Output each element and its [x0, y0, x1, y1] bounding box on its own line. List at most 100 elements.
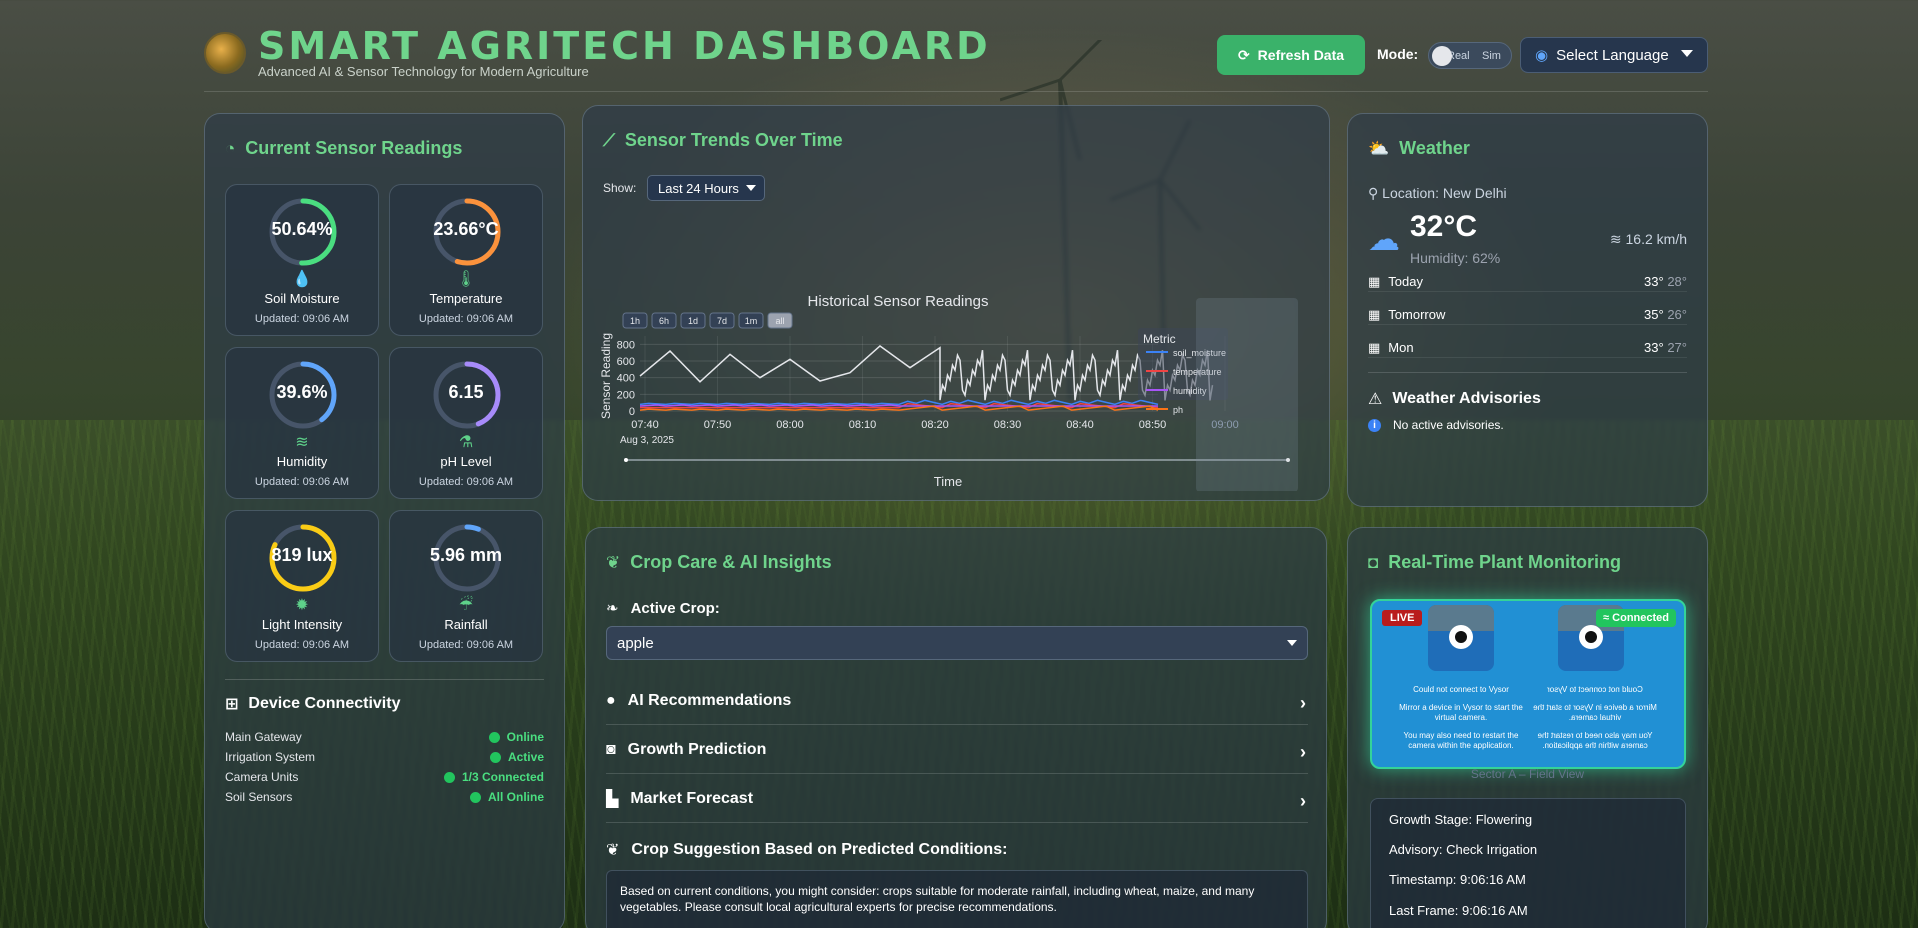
device-status: Active	[489, 750, 544, 764]
toggle-knob	[1432, 46, 1452, 66]
robot-icon: ◙	[606, 740, 616, 758]
connected-badge: ≈ Connected	[1596, 609, 1676, 627]
time-range-select[interactable]: Last 24 Hours	[647, 175, 765, 201]
plant-monitoring-card: ◘ Real-Time Plant Monitoring LIVE ≈ Conn…	[1347, 527, 1708, 928]
status-dot-icon	[488, 731, 500, 743]
status-dot-icon	[469, 791, 481, 803]
line-chart-icon: ⟋	[603, 130, 615, 150]
ai-recommendations-toggle[interactable]: ● AI Recommendations ›	[606, 677, 1308, 725]
device-status: 1/3 Connected	[443, 770, 544, 784]
chevron-right-icon: ›	[1300, 693, 1306, 713]
chart-title: Historical Sensor Readings	[808, 293, 989, 310]
caret-down-icon	[1287, 640, 1297, 646]
wind-text: 16.2 km/h	[1625, 231, 1687, 247]
forecast-low: 27°	[1667, 340, 1687, 355]
range-button-label: 1m	[745, 316, 758, 326]
chevron-right-icon: ›	[1300, 742, 1306, 762]
mode-toggle[interactable]: Real Sim	[1428, 42, 1512, 69]
flask-icon: ⚗	[458, 434, 474, 451]
leaf-icon: ❧	[606, 600, 619, 617]
weather-card-title: ⛅ Weather	[1368, 138, 1470, 159]
x-tick-label: 08:10	[849, 419, 877, 431]
divider	[225, 679, 544, 680]
forecast-day: Tomorrow	[1388, 307, 1446, 322]
refresh-label: Refresh Data	[1257, 47, 1345, 63]
y-tick-label: 600	[617, 356, 635, 368]
sensor-tile: 6.15 ⚗ pH Level Updated: 09:06 AM	[389, 347, 543, 499]
device-name: Main Gateway	[225, 730, 302, 744]
cloud-icon: ☁	[1368, 221, 1400, 257]
x-tick-label: 08:40	[1066, 419, 1094, 431]
sensor-card-title: ◔ Current Sensor Readings	[225, 138, 462, 159]
language-label: Select Language	[1556, 46, 1669, 64]
page-title: SMART AGRITECH DASHBOARD	[258, 24, 991, 68]
x-tick-label: 08:20	[921, 419, 949, 431]
range-button-label: 1h	[630, 316, 640, 326]
hover-panel	[1196, 298, 1298, 491]
device-name: Camera Units	[225, 770, 299, 784]
connectivity-title: ⊞ Device Connectivity	[225, 694, 400, 714]
seedling-icon: ❦	[606, 842, 620, 859]
growth-prediction-toggle[interactable]: ◙ Growth Prediction ›	[606, 726, 1308, 774]
forecast-row: ▦ Tomorrow 35° 26°	[1368, 307, 1687, 325]
trends-card-title: ⟋ Sensor Trends Over Time	[603, 130, 843, 151]
device-status-text: All Online	[487, 790, 544, 804]
gauge-icon: ◔	[225, 138, 236, 158]
wind-icon: ≋	[1609, 231, 1622, 247]
connected-text: Connected	[1612, 612, 1669, 624]
sensor-value: 23.66°C	[433, 219, 499, 239]
weather-card: ⛅ Weather ⚲ Location: New Delhi ☁ 32°C H…	[1347, 113, 1708, 507]
camera-message-line: Could not connect to Vysor	[1413, 685, 1509, 694]
range-button-label: 7d	[717, 316, 727, 326]
time-range-value: Last 24 Hours	[658, 181, 739, 196]
thermometer-icon: 🌡	[455, 271, 477, 288]
sensor-updated: Updated: 09:06 AM	[254, 476, 350, 488]
active-crop-label-text: Active Crop:	[630, 599, 720, 617]
sensor-updated: Updated: 09:06 AM	[254, 313, 350, 325]
section-label: Growth Prediction	[627, 740, 767, 758]
sensor-value: 50.64%	[271, 219, 333, 239]
sensor-readings-card: ◔ Current Sensor Readings 50.64% 💧 Soil Mo…	[204, 113, 565, 928]
connectivity-row: Main Gateway Online	[225, 730, 544, 746]
range-slider-handle	[624, 458, 628, 462]
connectivity-row: Camera Units 1/3 Connected	[225, 770, 544, 786]
y-tick-label: 800	[617, 339, 635, 351]
camera-placeholder-image	[1428, 605, 1494, 671]
advisories-title: ⚠ Weather Advisories	[1368, 389, 1541, 409]
camera-message-line: You may also need to restart the camera …	[1403, 731, 1519, 750]
camera-lens	[1579, 625, 1603, 649]
series-line-light	[639, 345, 1214, 401]
sensor-label: Temperature	[429, 291, 503, 306]
water-waves-icon: ≋	[295, 434, 309, 451]
refresh-data-button[interactable]: ⟳ Refresh Data	[1217, 35, 1365, 75]
y-tick-label: 400	[617, 373, 635, 385]
camera-caption: Sector A – Field View	[1470, 767, 1585, 781]
sensor-tile: 39.6% ≋ Humidity Updated: 09:06 AM	[225, 347, 379, 499]
camera-message-right: Could not connect to Vysor Mirror a devi…	[1532, 685, 1658, 751]
camera-feed[interactable]: LIVE ≈ Connected Could not connect to Vy…	[1370, 599, 1686, 769]
x-date-label: Aug 3, 2025	[620, 435, 674, 446]
range-button-label: 6h	[659, 316, 669, 326]
globe-icon: ◉	[1535, 47, 1549, 64]
weather-card-title-text: Weather	[1399, 138, 1470, 158]
connectivity-title-text: Device Connectivity	[248, 695, 401, 712]
mode-option-sim: Sim	[1482, 50, 1501, 62]
trends-card-title-text: Sensor Trends Over Time	[624, 130, 843, 150]
last-frame: Last Frame: 9:06:16 AM	[1389, 903, 1528, 918]
forecast-high: 33°	[1644, 340, 1664, 355]
droplet-icon: 💧	[292, 271, 312, 288]
active-crop-select[interactable]: apple	[606, 626, 1308, 660]
y-tick-label: 0	[629, 406, 635, 418]
market-forecast-toggle[interactable]: ▙ Market Forecast ›	[606, 775, 1308, 823]
section-label: Market Forecast	[630, 789, 754, 807]
x-tick-label: 08:30	[994, 419, 1022, 431]
status-dot-icon	[489, 751, 501, 763]
page-subtitle: Advanced AI & Sensor Technology for Mode…	[258, 64, 589, 79]
advisories-title-text: Weather Advisories	[1392, 390, 1541, 407]
network-icon: ⊞	[225, 696, 239, 713]
calendar-icon: ▦	[1368, 274, 1381, 289]
language-select[interactable]: ◉ Select Language	[1520, 37, 1708, 73]
device-status: All Online	[469, 790, 544, 804]
sensor-label: Humidity	[276, 454, 328, 469]
sensor-label: pH Level	[440, 454, 492, 469]
